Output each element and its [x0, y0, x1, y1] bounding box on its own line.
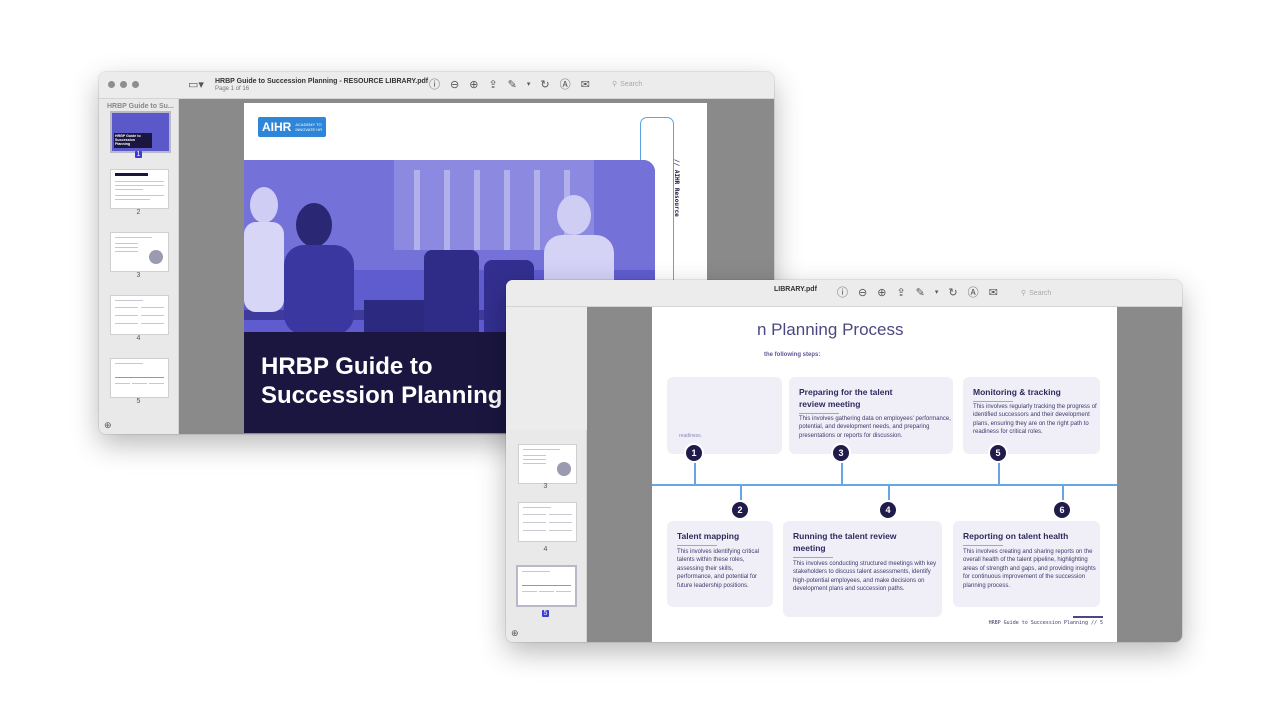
info-icon[interactable]: ⓘ: [837, 286, 848, 300]
thumbnail-label-5: 5: [541, 610, 550, 617]
zoom-button[interactable]: [132, 81, 139, 88]
thumbnail-page-5[interactable]: [516, 565, 577, 607]
step-card-2: Talent mapping This involves identifying…: [667, 521, 773, 607]
chevron-down-icon[interactable]: ▾: [935, 286, 939, 300]
process-page: n Planning Process the following steps: …: [652, 307, 1117, 642]
cover-title-box: HRBP Guide to Succession Planning: [244, 332, 545, 433]
preview-window-process[interactable]: LIBRARY.pdf ⓘ ⊖ ⊕ ⇪ ✎ ▾ ↻ Ⓐ ✉ ⚲ Search 3: [506, 280, 1182, 642]
sidebar-toggle-icon[interactable]: ▭▾: [188, 78, 204, 92]
step-2-title: Talent mapping: [677, 531, 740, 541]
thumbnail-label-5: 5: [136, 398, 141, 405]
thumbnail-page-3[interactable]: [110, 232, 169, 272]
share-icon[interactable]: ⇪: [896, 286, 905, 300]
zoom-in-icon[interactable]: ⊕: [877, 286, 886, 300]
page-heading: n Planning Process: [757, 320, 904, 339]
step-3-title: Preparing for the talent review meeting: [799, 387, 893, 409]
thumbnail-page-1[interactable]: HRBP Guide to Succession Planning: [110, 111, 171, 153]
step-card-5: Monitoring & tracking This involves regu…: [963, 377, 1100, 454]
annotate-icon[interactable]: Ⓐ: [560, 78, 571, 92]
step-5-title: Monitoring & tracking: [973, 387, 1061, 397]
sidebar-title: HRBP Guide to Su...: [107, 103, 174, 110]
thumbnail-label-3: 3: [136, 272, 141, 279]
traffic-lights: [108, 81, 139, 88]
step-card-1: readiness.: [667, 377, 782, 454]
step-6-body: This involves creating and sharing repor…: [963, 549, 1096, 589]
info-icon[interactable]: ⓘ: [429, 78, 440, 92]
rotate-icon[interactable]: ↻: [948, 286, 957, 300]
thumbnail-label-4: 4: [543, 546, 548, 553]
step-3-body: This involves gathering data on employee…: [799, 416, 951, 439]
search-placeholder: Search: [1029, 289, 1052, 297]
search-placeholder: Search: [620, 80, 643, 88]
thumbnail-sidebar[interactable]: 3 4 5 ⊕: [506, 430, 587, 642]
chevron-down-icon[interactable]: ▾: [527, 78, 531, 92]
thumbnail-cover-title: HRBP Guide to Succession Planning: [114, 133, 152, 148]
step-4-title: Running the talent review meeting: [793, 531, 897, 553]
page-footer: HRBP Guide to Succession Planning // 5: [988, 620, 1103, 626]
close-button[interactable]: [108, 81, 115, 88]
thumbnail-page-3[interactable]: [518, 444, 577, 484]
thumbnail-label-3: 3: [543, 483, 548, 490]
thumbnail-label-4: 4: [136, 335, 141, 342]
step-number-3: 3: [831, 443, 851, 463]
step-4-body: This involves conducting structured meet…: [793, 561, 937, 593]
thumbnail-sidebar[interactable]: HRBP Guide to Su... HRBP Guide to Succes…: [99, 99, 179, 434]
step-number-6: 6: [1052, 500, 1072, 520]
step-number-5: 5: [988, 443, 1008, 463]
share-icon[interactable]: ⇪: [488, 78, 497, 92]
step-1-fragment: readiness.: [679, 433, 703, 439]
thumbnail-page-4[interactable]: [110, 295, 169, 335]
cover-title: HRBP Guide to Succession Planning: [261, 353, 503, 409]
step-number-2: 2: [730, 500, 750, 520]
thumbnail-label-2: 2: [136, 209, 141, 216]
search-icon: ⚲: [612, 81, 618, 88]
zoom-out-icon[interactable]: ⊖: [450, 78, 459, 92]
rotate-icon[interactable]: ↻: [540, 78, 549, 92]
thumbnail-page-2[interactable]: [110, 169, 169, 209]
step-2-body: This involves identifying critical talen…: [677, 549, 760, 589]
aihr-resource-label: // AIHR Resource: [673, 159, 680, 217]
window-titlebar[interactable]: LIBRARY.pdf ⓘ ⊖ ⊕ ⇪ ✎ ▾ ↻ Ⓐ ✉ ⚲ Search: [506, 280, 1182, 307]
document-view[interactable]: n Planning Process the following steps: …: [587, 307, 1182, 642]
zoom-out-icon[interactable]: ⊖: [858, 286, 867, 300]
search-field[interactable]: ⚲ Search: [612, 80, 643, 89]
step-card-3: Preparing for the talent review meeting …: [789, 377, 953, 454]
thumbnail-page-5[interactable]: [110, 358, 169, 398]
step-card-6: Reporting on talent health This involves…: [953, 521, 1100, 607]
add-page-icon[interactable]: ⊕: [104, 418, 112, 432]
form-fill-icon[interactable]: ✉: [581, 78, 590, 92]
search-field[interactable]: ⚲ Search: [1021, 289, 1052, 298]
thumbnail-label-1: 1: [134, 151, 143, 158]
markup-pen-icon[interactable]: ✎: [508, 78, 517, 92]
step-5-body: This involves regularly tracking the pro…: [973, 404, 1097, 436]
thumbnail-page-4[interactable]: [518, 502, 577, 542]
window-titlebar[interactable]: ▭▾ HRBP Guide to Succession Planning - R…: [99, 72, 774, 99]
form-fill-icon[interactable]: ✉: [989, 286, 998, 300]
timeline-line: [652, 484, 1117, 486]
step-number-1: 1: [684, 443, 704, 463]
step-6-title: Reporting on talent health: [963, 531, 1069, 541]
aihr-logo: AIHR ACADEMY TO INNOVATE HR: [258, 117, 326, 137]
document-title: HRBP Guide to Succession Planning - RESO…: [215, 78, 429, 85]
annotate-icon[interactable]: Ⓐ: [968, 286, 979, 300]
step-card-4: Running the talent review meeting This i…: [783, 521, 942, 617]
markup-pen-icon[interactable]: ✎: [916, 286, 925, 300]
page-indicator: Page 1 of 16: [215, 86, 250, 92]
add-page-icon[interactable]: ⊕: [511, 626, 519, 640]
search-icon: ⚲: [1021, 290, 1027, 297]
zoom-in-icon[interactable]: ⊕: [469, 78, 478, 92]
page-intro: the following steps:: [764, 352, 821, 358]
document-title-fragment: LIBRARY.pdf: [774, 286, 817, 293]
minimize-button[interactable]: [120, 81, 127, 88]
step-number-4: 4: [878, 500, 898, 520]
